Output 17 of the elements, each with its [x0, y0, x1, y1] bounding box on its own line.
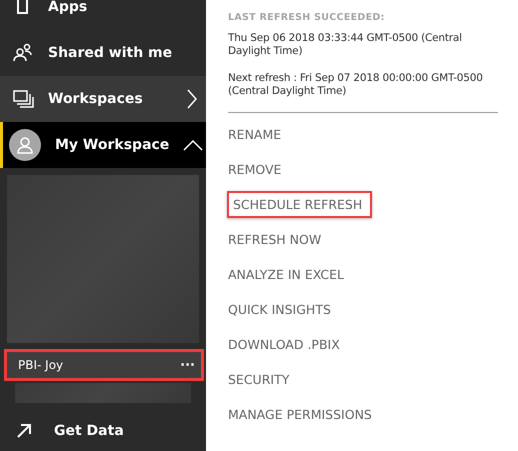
menu-item[interactable]: SECURITY: [228, 368, 298, 391]
menu-item[interactable]: DOWNLOAD .PBIX: [228, 333, 348, 356]
status-heading: LAST REFRESH SUCCEEDED:: [228, 12, 386, 23]
menu-item[interactable]: REMOVE: [228, 158, 290, 181]
menu-item[interactable]: QUICK INSIGHTS: [228, 298, 339, 321]
nav-item[interactable]: My Workspace: [0, 122, 206, 168]
menu-item[interactable]: MANAGE PERMISSIONS: [228, 403, 380, 426]
menu-item[interactable]: REFRESH NOW: [228, 228, 330, 251]
dataset-item[interactable]: PBI- Joy ···: [4, 349, 204, 381]
nav-item[interactable]: Workspaces: [0, 76, 206, 122]
menu-item[interactable]: RENAME: [228, 123, 290, 146]
menu-item[interactable]: ANALYZE IN EXCEL: [228, 263, 352, 286]
get-data-button[interactable]: Get Data: [0, 411, 206, 451]
next-refresh-text: Next refresh : Fri Sep 07 2018 00:00:00 GMT-0500 (Central Daylight Time): [228, 72, 484, 98]
menu-item[interactable]: SCHEDULE REFRESH: [227, 191, 372, 218]
more-options-button[interactable]: ···: [180, 358, 195, 372]
last-refresh-text: Thu Sep 06 2018 03:33:44 GMT-0500 (Central Daylight Time): [228, 32, 463, 58]
